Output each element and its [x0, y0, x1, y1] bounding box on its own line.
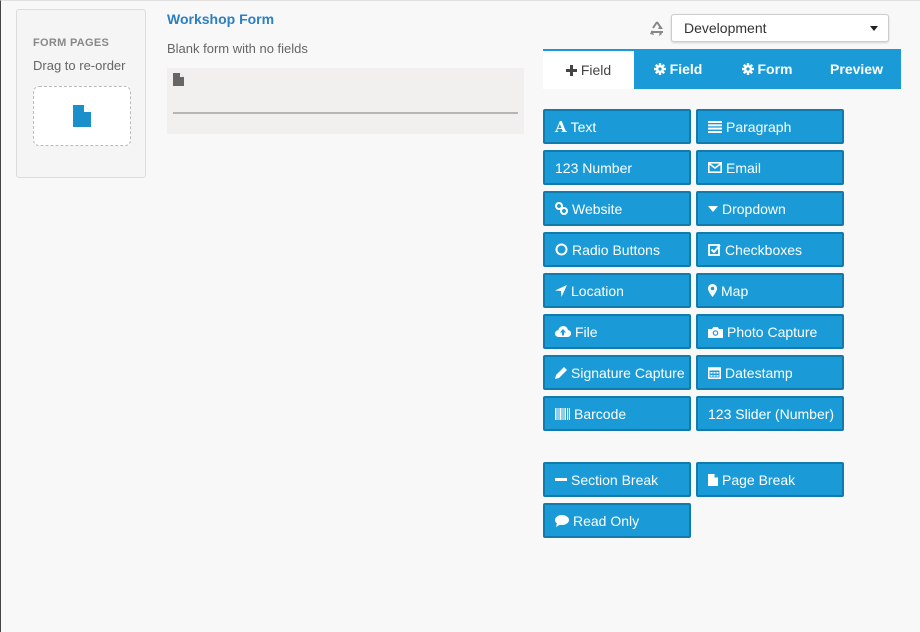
- add-map-field-button[interactable]: Map: [696, 273, 844, 308]
- tab-form-settings[interactable]: Form: [722, 49, 812, 89]
- add-text-field-button[interactable]: A Text: [543, 109, 691, 144]
- form-canvas[interactable]: [167, 68, 524, 134]
- add-paragraph-field-button[interactable]: Paragraph: [696, 109, 844, 144]
- caret-down-icon: [708, 205, 718, 212]
- add-signature-capture-field-button[interactable]: Signature Capture: [543, 355, 691, 390]
- pencil-icon: [555, 366, 567, 379]
- add-radio-buttons-field-button[interactable]: Radio Buttons: [543, 232, 691, 267]
- form-title[interactable]: Workshop Form: [167, 11, 274, 27]
- cloud-upload-icon: [555, 325, 571, 337]
- add-file-field-button[interactable]: File: [543, 314, 691, 349]
- environment-select[interactable]: Development: [671, 14, 889, 42]
- envelope-icon: [708, 162, 722, 173]
- document-icon: [73, 105, 91, 127]
- add-slider-field-button[interactable]: 123 Slider (Number): [696, 396, 844, 431]
- paragraph-icon: [708, 120, 722, 133]
- add-checkboxes-field-button[interactable]: Checkboxes: [696, 232, 844, 267]
- builder-tabs: Field Field Form Preview: [543, 49, 901, 89]
- gear-icon: [741, 63, 754, 75]
- location-arrow-icon: [555, 284, 567, 297]
- drag-hint: Drag to re-order: [33, 58, 126, 73]
- caret-down-icon: [870, 26, 878, 31]
- plus-icon: [565, 64, 577, 76]
- comment-icon: [555, 514, 569, 527]
- tab-label: Form: [757, 61, 793, 77]
- add-datestamp-field-button[interactable]: Datestamp: [696, 355, 844, 390]
- add-page-break-button[interactable]: Page Break: [696, 462, 844, 497]
- document-icon: [173, 73, 184, 86]
- add-barcode-field-button[interactable]: Barcode: [543, 396, 691, 431]
- add-dropdown-field-button[interactable]: Dropdown: [696, 191, 844, 226]
- tab-preview[interactable]: Preview: [812, 49, 901, 89]
- tab-label: Preview: [830, 61, 883, 77]
- add-read-only-button[interactable]: Read Only: [543, 503, 691, 538]
- form-description: Blank form with no fields: [167, 41, 308, 56]
- barcode-icon: [555, 407, 570, 420]
- recycle-icon: [650, 21, 663, 36]
- tab-field-settings[interactable]: Field: [634, 49, 722, 89]
- camera-icon: [708, 326, 723, 338]
- add-location-field-button[interactable]: Location: [543, 273, 691, 308]
- page-thumbnail[interactable]: [33, 86, 131, 146]
- add-section-break-button[interactable]: Section Break: [543, 462, 691, 497]
- calendar-icon: [708, 367, 721, 379]
- tab-add-field[interactable]: Field: [543, 49, 634, 89]
- link-icon: [555, 202, 568, 215]
- tab-label: Field: [580, 62, 612, 78]
- document-icon: [708, 473, 718, 486]
- minus-icon: [555, 477, 567, 481]
- page-divider: [173, 112, 518, 114]
- map-marker-icon: [708, 284, 717, 297]
- gear-icon: [653, 63, 666, 75]
- tab-label: Field: [669, 61, 703, 77]
- add-website-field-button[interactable]: Website: [543, 191, 691, 226]
- form-pages-panel: FORM PAGES Drag to re-order: [16, 9, 146, 178]
- add-photo-capture-field-button[interactable]: Photo Capture: [696, 314, 844, 349]
- add-email-field-button[interactable]: Email: [696, 150, 844, 185]
- add-number-field-button[interactable]: 123 Number: [543, 150, 691, 185]
- form-pages-heading: FORM PAGES: [33, 37, 110, 49]
- font-icon: A: [555, 117, 567, 136]
- environment-value: Development: [684, 20, 767, 36]
- checkbox-icon: [708, 244, 721, 256]
- radio-icon: [555, 243, 568, 256]
